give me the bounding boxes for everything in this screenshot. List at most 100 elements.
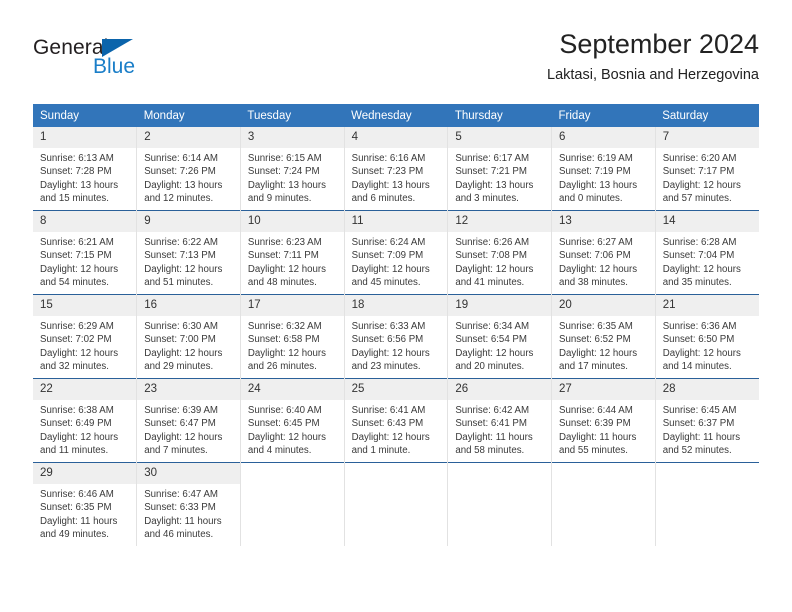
calendar-day-cell[interactable]: 1 Sunrise: 6:13 AM Sunset: 7:28 PM Daylight… [33, 127, 137, 211]
sunrise-text: Sunrise: 6:22 AM [144, 237, 218, 248]
calendar-day-cell[interactable]: 16 Sunrise: 6:30 AM Sunset: 7:00 PM Dayligh… [136, 294, 241, 379]
sunset-text: Sunset: 7:08 PM [455, 250, 527, 262]
day-sun-info: Sunrise: 6:39 AM Sunset: 6:47 PM Daylight:… [137, 400, 240, 457]
day-sun-info: Sunrise: 6:19 AM Sunset: 7:19 PM Daylight:… [552, 148, 655, 205]
daylight-text: Daylight: 13 hours and 15 minutes. [40, 179, 119, 204]
day-number [344, 463, 448, 484]
calendar-week-row: 22 Sunrise: 6:38 AM Sunset: 6:49 PM Dayligh… [33, 378, 759, 463]
day-number: 15 [33, 295, 137, 316]
page-subtitle: Laktasi, Bosnia and Herzegovina [547, 67, 759, 83]
day-sun-info: Sunrise: 6:15 AM Sunset: 7:24 PM Daylight:… [241, 148, 344, 205]
calendar-day-cell[interactable]: 14 Sunrise: 6:28 AM Sunset: 7:04 PM Dayligh… [654, 210, 759, 295]
calendar-day-cell[interactable]: 2 Sunrise: 6:14 AM Sunset: 7:26 PM Daylight… [136, 127, 241, 211]
daylight-text: Daylight: 12 hours and 17 minutes. [559, 347, 638, 372]
day-sun-info: Sunrise: 6:32 AM Sunset: 6:58 PM Daylight:… [241, 316, 344, 373]
day-sun-info: Sunrise: 6:28 AM Sunset: 7:04 PM Daylight:… [656, 232, 759, 289]
sunset-text: Sunset: 7:24 PM [247, 166, 320, 178]
day-sun-info: Sunrise: 6:47 AM Sunset: 6:33 PM Daylight:… [137, 484, 240, 541]
day-sun-info: Sunrise: 6:44 AM Sunset: 6:39 PM Daylight:… [552, 400, 655, 457]
calendar-day-cell[interactable]: 13 Sunrise: 6:27 AM Sunset: 7:06 PM Dayligh… [551, 210, 656, 295]
sunrise-text: Sunrise: 6:24 AM [351, 237, 426, 248]
calendar-day-cell[interactable]: 18 Sunrise: 6:33 AM Sunset: 6:56 PM Dayligh… [343, 294, 448, 379]
calendar-day-cell[interactable]: 19 Sunrise: 6:34 AM Sunset: 6:54 PM Dayligh… [447, 294, 552, 379]
sunset-text: Sunset: 7:21 PM [455, 166, 527, 178]
weekday-header-saturday: Saturday [655, 104, 759, 127]
day-sun-info: Sunrise: 6:35 AM Sunset: 6:52 PM Daylight:… [552, 316, 655, 373]
daylight-text: Daylight: 12 hours and 26 minutes. [247, 347, 326, 372]
calendar-table: Sunday Monday Tuesday Wednesday Thursday Frid… [33, 104, 759, 546]
sunrise-text: Sunrise: 6:32 AM [247, 321, 322, 332]
sunset-text: Sunset: 7:23 PM [351, 166, 424, 178]
calendar-day-cell[interactable]: 26 Sunrise: 6:42 AM Sunset: 6:41 PM Dayligh… [447, 378, 552, 463]
day-sun-info: Sunrise: 6:33 AM Sunset: 6:56 PM Daylight:… [345, 316, 448, 373]
daylight-text: Daylight: 12 hours and 4 minutes. [247, 431, 326, 456]
calendar-day-cell[interactable]: 21 Sunrise: 6:36 AM Sunset: 6:50 PM Dayligh… [654, 294, 759, 379]
calendar-week-row: 8 Sunrise: 6:21 AM Sunset: 7:15 PM Daylight… [33, 210, 759, 295]
sunset-text: Sunset: 6:35 PM [40, 502, 112, 514]
weekday-header-sunday: Sunday [33, 104, 137, 127]
logo: General Blue [33, 36, 213, 84]
calendar-day-cell[interactable]: 8 Sunrise: 6:21 AM Sunset: 7:15 PM Daylight… [33, 210, 137, 295]
calendar-day-cell[interactable]: 3 Sunrise: 6:15 AM Sunset: 7:24 PM Daylight… [239, 127, 345, 211]
sunrise-text: Sunrise: 6:21 AM [40, 237, 114, 248]
calendar-day-cell-empty [551, 462, 656, 546]
sunrise-text: Sunrise: 6:36 AM [662, 321, 737, 332]
calendar-day-cell[interactable]: 5 Sunrise: 6:17 AM Sunset: 7:21 PM Daylight… [447, 127, 552, 211]
day-number: 17 [240, 295, 344, 316]
sunset-text: Sunset: 6:58 PM [247, 334, 320, 346]
day-number: 3 [240, 127, 344, 148]
sunset-text: Sunset: 7:00 PM [144, 334, 216, 346]
sunset-text: Sunset: 7:09 PM [351, 250, 424, 262]
calendar-day-cell[interactable]: 30 Sunrise: 6:47 AM Sunset: 6:33 PM Dayligh… [136, 462, 241, 546]
daylight-text: Daylight: 12 hours and 32 minutes. [40, 347, 119, 372]
calendar-day-cell[interactable]: 29 Sunrise: 6:46 AM Sunset: 6:35 PM Dayligh… [33, 462, 137, 546]
calendar-day-cell-empty [654, 462, 759, 546]
day-sun-info: Sunrise: 6:16 AM Sunset: 7:23 PM Daylight:… [345, 148, 448, 205]
daylight-text: Daylight: 13 hours and 9 minutes. [247, 179, 326, 204]
calendar-day-cell[interactable]: 6 Sunrise: 6:19 AM Sunset: 7:19 PM Daylight… [551, 127, 656, 211]
calendar-day-cell[interactable]: 25 Sunrise: 6:41 AM Sunset: 6:43 PM Dayligh… [343, 378, 448, 463]
day-number [240, 463, 344, 484]
calendar-day-cell[interactable]: 17 Sunrise: 6:32 AM Sunset: 6:58 PM Dayligh… [239, 294, 345, 379]
calendar-day-cell[interactable]: 7 Sunrise: 6:20 AM Sunset: 7:17 PM Daylight… [654, 127, 759, 211]
sunrise-text: Sunrise: 6:47 AM [144, 489, 218, 500]
daylight-text: Daylight: 13 hours and 0 minutes. [559, 179, 638, 204]
day-number: 8 [33, 211, 137, 232]
calendar-week-row: 29 Sunrise: 6:46 AM Sunset: 6:35 PM Dayligh… [33, 462, 759, 546]
sunrise-text: Sunrise: 6:41 AM [351, 405, 426, 416]
sunrise-text: Sunrise: 6:40 AM [247, 405, 322, 416]
calendar-day-cell[interactable]: 9 Sunrise: 6:22 AM Sunset: 7:13 PM Daylight… [136, 210, 241, 295]
logo-text-blue: Blue [93, 55, 136, 78]
calendar-day-cell[interactable]: 15 Sunrise: 6:29 AM Sunset: 7:02 PM Dayligh… [33, 294, 137, 379]
day-sun-info: Sunrise: 6:30 AM Sunset: 7:00 PM Daylight:… [137, 316, 240, 373]
day-sun-info: Sunrise: 6:13 AM Sunset: 7:28 PM Daylight:… [33, 148, 136, 205]
daylight-text: Daylight: 12 hours and 51 minutes. [144, 263, 223, 288]
day-number [655, 463, 759, 484]
calendar-day-cell[interactable]: 27 Sunrise: 6:44 AM Sunset: 6:39 PM Dayligh… [551, 378, 656, 463]
calendar-day-cell[interactable]: 28 Sunrise: 6:45 AM Sunset: 6:37 PM Dayligh… [654, 378, 759, 463]
sunrise-text: Sunrise: 6:28 AM [662, 237, 737, 248]
sunrise-text: Sunrise: 6:15 AM [247, 153, 322, 164]
day-number: 4 [344, 127, 448, 148]
day-sun-info: Sunrise: 6:22 AM Sunset: 7:13 PM Daylight:… [137, 232, 240, 289]
daylight-text: Daylight: 13 hours and 6 minutes. [351, 179, 430, 204]
day-number: 12 [448, 211, 552, 232]
calendar-day-cell[interactable]: 20 Sunrise: 6:35 AM Sunset: 6:52 PM Dayligh… [551, 294, 656, 379]
calendar-day-cell[interactable]: 4 Sunrise: 6:16 AM Sunset: 7:23 PM Daylight… [343, 127, 448, 211]
daylight-text: Daylight: 13 hours and 3 minutes. [455, 179, 534, 204]
calendar-day-cell[interactable]: 11 Sunrise: 6:24 AM Sunset: 7:09 PM Dayligh… [343, 210, 448, 295]
daylight-text: Daylight: 11 hours and 46 minutes. [144, 515, 222, 540]
calendar-day-cell[interactable]: 23 Sunrise: 6:39 AM Sunset: 6:47 PM Dayligh… [136, 378, 241, 463]
sunset-text: Sunset: 7:06 PM [559, 250, 631, 262]
daylight-text: Daylight: 12 hours and 38 minutes. [559, 263, 638, 288]
day-number: 7 [655, 127, 759, 148]
day-number [552, 463, 655, 484]
day-number: 18 [344, 295, 448, 316]
calendar-day-cell[interactable]: 10 Sunrise: 6:23 AM Sunset: 7:11 PM Dayligh… [239, 210, 345, 295]
calendar-page: General Blue September 2024 Laktasi, Bos… [0, 0, 792, 612]
calendar-day-cell[interactable]: 22 Sunrise: 6:38 AM Sunset: 6:49 PM Dayligh… [33, 378, 137, 463]
day-number: 14 [655, 211, 759, 232]
calendar-day-cell[interactable]: 12 Sunrise: 6:26 AM Sunset: 7:08 PM Dayligh… [447, 210, 552, 295]
day-number: 21 [655, 295, 759, 316]
calendar-day-cell[interactable]: 24 Sunrise: 6:40 AM Sunset: 6:45 PM Dayligh… [239, 378, 345, 463]
